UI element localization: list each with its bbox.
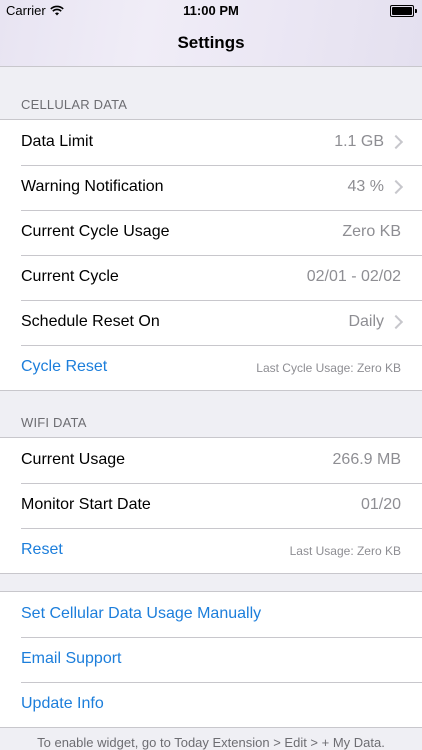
monitor-start-date-label: Monitor Start Date <box>21 496 151 513</box>
schedule-reset-row[interactable]: Schedule Reset On Daily <box>0 300 422 345</box>
cellular-data-group: Data Limit 1.1 GB Warning Notification 4… <box>0 119 422 391</box>
set-cellular-manually-row[interactable]: Set Cellular Data Usage Manually <box>0 592 422 637</box>
email-support-row[interactable]: Email Support <box>0 637 422 682</box>
warning-notification-value: 43 % <box>347 178 384 195</box>
cycle-reset-row[interactable]: Cycle Reset Last Cycle Usage: Zero KB <box>0 345 422 390</box>
wifi-data-header: WIFI DATA <box>21 415 87 430</box>
cycle-reset-button[interactable]: Cycle Reset <box>21 358 107 376</box>
chevron-right-icon <box>388 314 404 330</box>
current-cycle-value: 02/01 - 02/02 <box>306 268 401 285</box>
last-usage-note: Last Usage: Zero KB <box>289 544 401 558</box>
set-cellular-manually-button[interactable]: Set Cellular Data Usage Manually <box>21 605 261 623</box>
widget-hint-footer: To enable widget, go to Today Extension … <box>37 735 385 750</box>
schedule-reset-value: Daily <box>348 313 384 330</box>
current-usage-label: Current Usage <box>21 451 126 468</box>
schedule-reset-label: Schedule Reset On <box>21 313 160 330</box>
email-support-button[interactable]: Email Support <box>21 650 122 668</box>
monitor-start-date-value: 01/20 <box>360 496 401 513</box>
chevron-right-icon <box>388 179 404 195</box>
current-cycle-row: Current Cycle 02/01 - 02/02 <box>0 255 422 300</box>
status-time: 11:00 PM <box>183 3 239 18</box>
page-title: Settings <box>177 33 245 52</box>
warning-notification-row[interactable]: Warning Notification 43 % <box>0 165 422 210</box>
cellular-data-header: CELLULAR DATA <box>21 97 128 112</box>
update-info-row[interactable]: Update Info <box>0 682 422 727</box>
data-limit-row[interactable]: Data Limit 1.1 GB <box>0 120 422 165</box>
last-cycle-usage-note: Last Cycle Usage: Zero KB <box>256 361 401 375</box>
current-usage-value: 266.9 MB <box>332 451 401 468</box>
status-bar: Carrier 11:00 PM <box>0 0 422 22</box>
actions-group: Set Cellular Data Usage Manually Email S… <box>0 591 422 728</box>
wifi-reset-row[interactable]: Reset Last Usage: Zero KB <box>0 528 422 573</box>
current-cycle-usage-label: Current Cycle Usage <box>21 223 170 240</box>
current-cycle-label: Current Cycle <box>21 268 119 285</box>
data-limit-label: Data Limit <box>21 133 94 150</box>
wifi-data-group: Current Usage 266.9 MB Monitor Start Dat… <box>0 437 422 574</box>
chevron-right-icon <box>388 134 404 150</box>
update-info-button[interactable]: Update Info <box>21 695 104 713</box>
monitor-start-date-row: Monitor Start Date 01/20 <box>0 483 422 528</box>
battery-icon <box>390 5 417 17</box>
wifi-reset-button[interactable]: Reset <box>21 541 63 559</box>
current-cycle-usage-row: Current Cycle Usage Zero KB <box>0 210 422 255</box>
warning-notification-label: Warning Notification <box>21 178 164 195</box>
current-cycle-usage-value: Zero KB <box>342 223 401 240</box>
data-limit-value: 1.1 GB <box>334 133 384 150</box>
current-usage-row: Current Usage 266.9 MB <box>0 438 422 483</box>
